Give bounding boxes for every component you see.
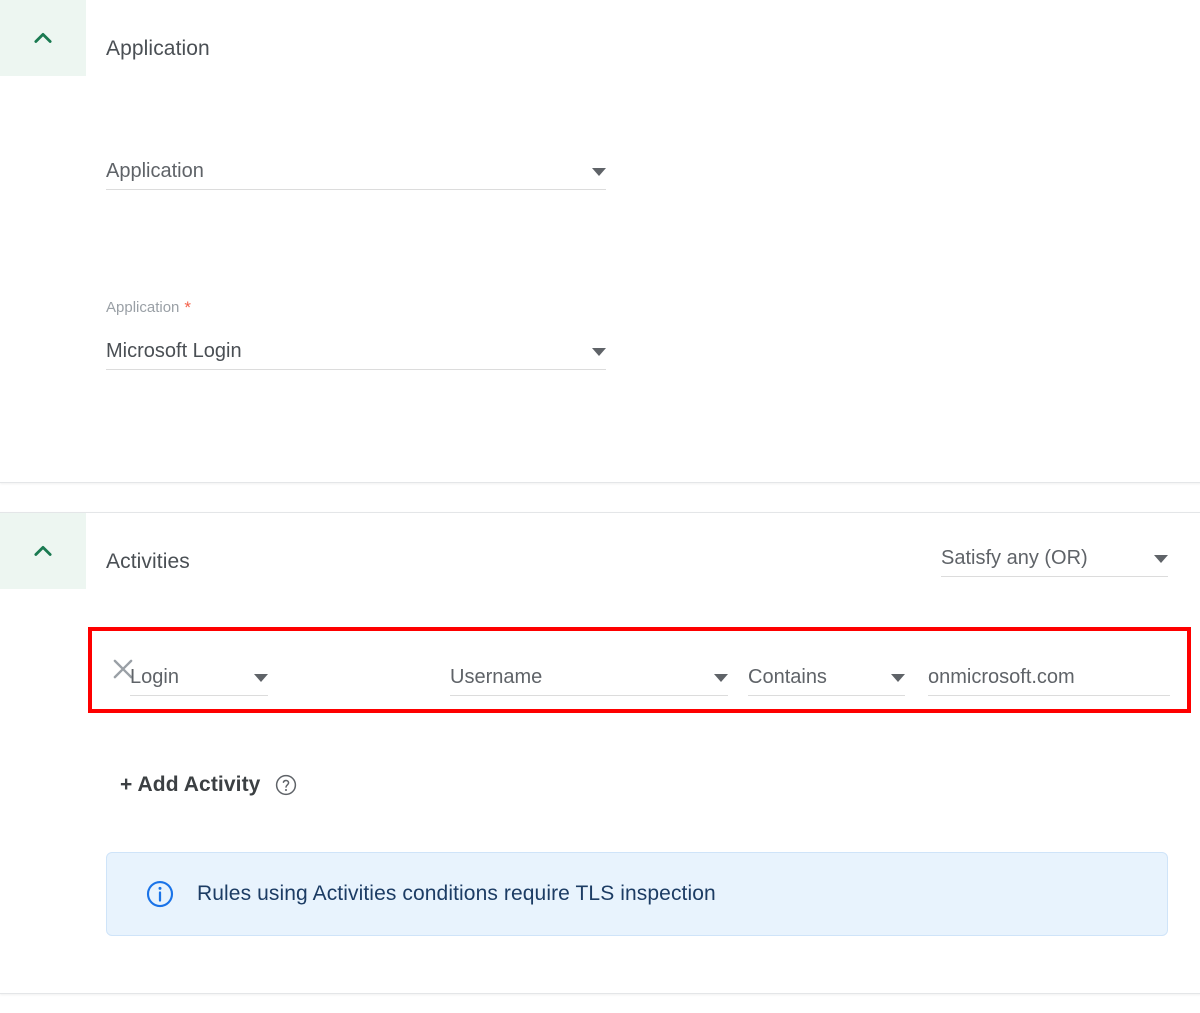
application-value-label: Application * bbox=[106, 298, 192, 317]
add-activity-row: + Add Activity bbox=[120, 768, 298, 802]
activity-operator-select[interactable]: Contains bbox=[748, 654, 905, 696]
activities-collapse-toggle[interactable] bbox=[0, 513, 86, 589]
caret-down-icon bbox=[891, 674, 905, 682]
caret-down-icon bbox=[592, 348, 606, 356]
caret-down-icon bbox=[1154, 555, 1168, 563]
application-section-title: Application bbox=[106, 37, 210, 60]
activity-attribute-select[interactable]: Username bbox=[450, 654, 728, 696]
application-section-card: Application Application Application * Mic… bbox=[0, 0, 1200, 483]
activity-row: Login Username Contains onmicrosoft.com bbox=[88, 627, 1191, 713]
activities-section-title: Activities bbox=[106, 550, 190, 573]
activity-operator-value: Contains bbox=[748, 667, 827, 687]
tls-inspection-info-banner: Rules using Activities conditions requir… bbox=[106, 852, 1168, 936]
caret-down-icon bbox=[714, 674, 728, 682]
match-mode-value: Satisfy any (OR) bbox=[941, 548, 1088, 568]
required-asterisk: * bbox=[184, 298, 192, 317]
application-value-select[interactable]: Application * Microsoft Login bbox=[106, 298, 606, 370]
chevron-up-icon bbox=[34, 32, 52, 43]
activity-type-value: Login bbox=[130, 667, 179, 687]
activity-value-input[interactable]: onmicrosoft.com bbox=[928, 654, 1170, 696]
caret-down-icon bbox=[254, 674, 268, 682]
match-mode-select[interactable]: Satisfy any (OR) bbox=[941, 533, 1168, 577]
application-type-value: Application bbox=[106, 161, 204, 181]
application-section-header: Application bbox=[0, 0, 1200, 76]
info-circle-icon bbox=[146, 880, 174, 908]
rule-conditions-page: Application Application Application * Mic… bbox=[0, 0, 1200, 1013]
application-collapse-toggle[interactable] bbox=[0, 0, 86, 76]
activity-type-select[interactable]: Login bbox=[130, 654, 268, 696]
activity-attribute-value: Username bbox=[450, 667, 543, 687]
chevron-up-icon bbox=[34, 545, 52, 556]
activity-value-text: onmicrosoft.com bbox=[928, 667, 1075, 687]
add-activity-button[interactable]: + Add Activity bbox=[120, 773, 260, 797]
application-type-select[interactable]: Application bbox=[106, 146, 606, 190]
caret-down-icon bbox=[592, 168, 606, 176]
help-circle-icon[interactable] bbox=[274, 773, 298, 797]
application-value-text: Microsoft Login bbox=[106, 341, 242, 361]
tls-inspection-info-text: Rules using Activities conditions requir… bbox=[197, 882, 716, 905]
